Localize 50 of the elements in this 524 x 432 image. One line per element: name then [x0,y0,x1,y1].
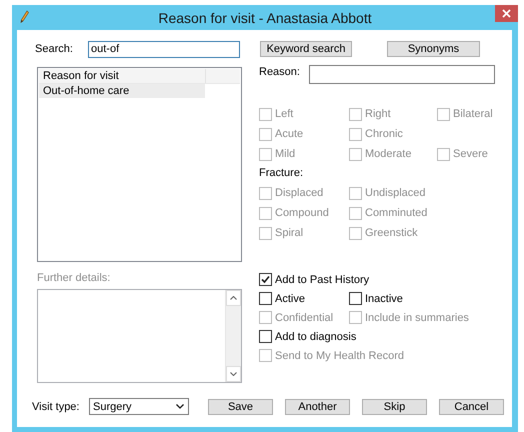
checkbox-label: Acute [275,128,304,140]
checkbox-label: Compound [275,207,329,219]
checkbox[interactable] [259,273,272,286]
button[interactable]: Skip [362,398,427,414]
checkbox-label: Spiral [275,227,304,239]
checkbox-label: Mild [275,148,296,160]
list-item[interactable]: Out-of-home care [39,84,205,98]
close-button[interactable] [495,5,518,22]
list-header: Reason for visit [39,69,206,83]
checkbox-label: Bilateral [453,108,493,120]
checkbox-label: Moderate [365,148,412,160]
checkbox-label: Include in summaries [365,312,469,324]
checkbox-label: Add to diagnosis [275,330,356,342]
button[interactable]: Save [208,398,273,414]
button[interactable]: Another [285,398,350,414]
checkbox-label: Right [365,108,391,120]
reason-label: Reason: [259,65,301,80]
pencil-icon [20,10,29,24]
checkbox-label: Inactive [365,292,403,304]
checkbox-label: Severe [453,148,488,160]
reason-field[interactable] [309,65,495,84]
search-field[interactable]: out-of [88,41,240,58]
checkbox[interactable] [259,330,272,343]
checkbox-label: Left [275,108,294,120]
checkbox-label: Comminuted [365,207,428,219]
scroll-up-icon [230,296,237,300]
fracture-label: Fracture: [259,166,304,181]
button[interactable]: Cancel [439,398,504,414]
chevron-down-icon [176,404,184,409]
checkbox-label: Active [275,292,305,304]
scrollbar[interactable] [225,290,241,382]
checkbox-label: Displaced [275,187,324,199]
further-details-label: Further details: [37,272,112,285]
visit-type-label: Visit type: [32,400,80,412]
visit-type-dropdown[interactable]: Surgery [89,398,189,415]
close-icon [502,9,511,18]
further-details-field[interactable] [37,289,242,383]
search-button[interactable]: Synonyms [387,41,480,57]
checkbox-label: Confidential [275,312,334,324]
checkbox[interactable] [259,292,272,305]
window-title: Reason for visit - Anastasia Abbott [158,10,372,26]
search-button[interactable]: Keyword search [260,41,352,57]
checkbox[interactable] [349,292,362,305]
checkbox-label: Undisplaced [365,187,426,199]
search-label: Search: [35,42,74,57]
checkbox-label: Chronic [365,128,403,140]
checkbox-label: Add to Past History [275,274,370,286]
checkbox-label: Greenstick [365,227,418,239]
scroll-down-icon [230,372,237,376]
checkbox-label: Send to My Health Record [275,350,404,362]
